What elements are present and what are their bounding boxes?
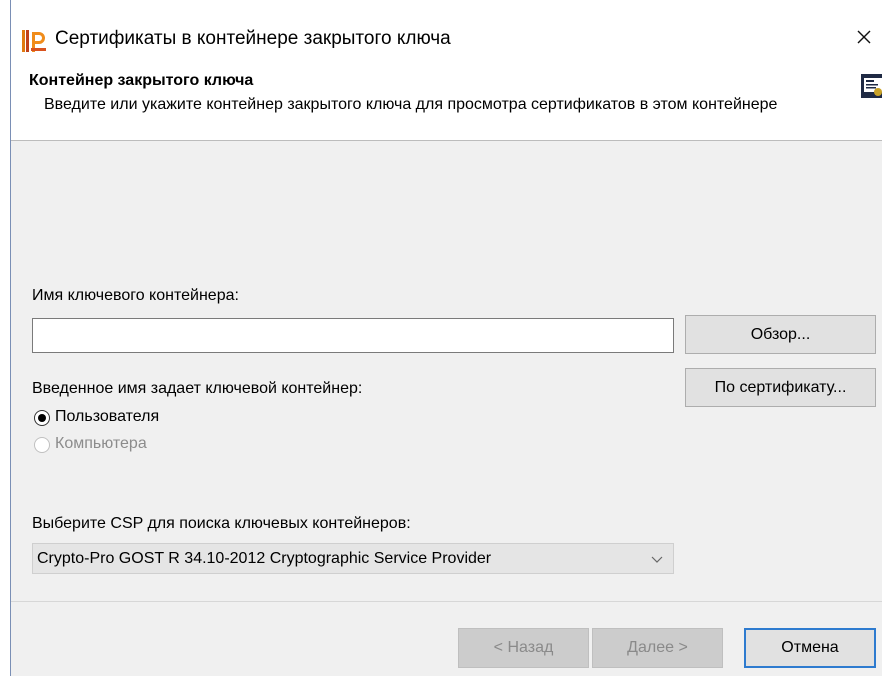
browse-button[interactable]: Обзор...	[685, 315, 876, 354]
container-name-input[interactable]	[32, 318, 674, 353]
wizard-header: Контейнер закрытого ключа Введите или ук…	[11, 62, 882, 141]
next-button[interactable]: Далее >	[592, 628, 723, 668]
csp-label: Выберите CSP для поиска ключевых контейн…	[32, 515, 411, 532]
cancel-button[interactable]: Отмена	[744, 628, 876, 668]
csp-select[interactable]: Crypto-Pro GOST R 34.10-2012 Cryptograph…	[32, 543, 674, 574]
radio-user-label[interactable]: Пользователя	[55, 408, 159, 426]
footer-divider	[11, 601, 882, 602]
by-certificate-button[interactable]: По сертификату...	[685, 368, 876, 407]
window-title: Сертификаты в контейнере закрытого ключа	[55, 28, 451, 49]
container-name-label: Имя ключевого контейнера:	[32, 287, 239, 304]
radio-computer-label: Компьютера	[55, 435, 147, 452]
title-bar[interactable]: Сертификаты в контейнере закрытого ключа	[11, 0, 882, 62]
close-icon[interactable]	[853, 26, 875, 48]
scope-label: Введенное имя задает ключевой контейнер:	[32, 380, 363, 397]
cryptopro-logo-icon	[22, 30, 46, 52]
radio-computer	[34, 437, 50, 453]
certificate-icon	[861, 74, 882, 98]
header-description: Введите или укажите контейнер закрытого …	[44, 96, 778, 113]
radio-selected-dot	[38, 414, 46, 422]
dialog-window: Сертификаты в контейнере закрытого ключа…	[10, 0, 882, 676]
chevron-down-icon	[651, 556, 663, 563]
header-title: Контейнер закрытого ключа	[29, 72, 254, 89]
radio-user[interactable]	[34, 410, 50, 426]
back-button[interactable]: < Назад	[458, 628, 589, 668]
csp-selected-value: Crypto-Pro GOST R 34.10-2012 Cryptograph…	[37, 549, 492, 567]
